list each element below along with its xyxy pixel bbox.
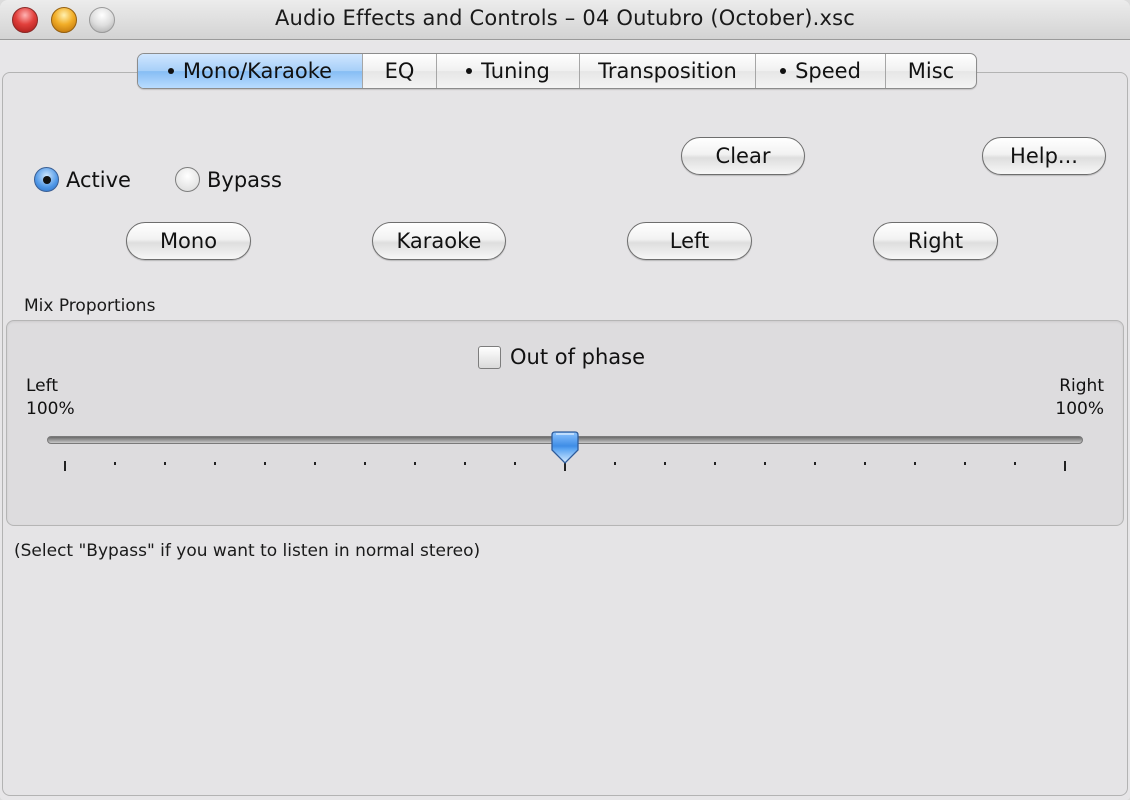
- radio-active-label: Active: [66, 167, 131, 192]
- out-of-phase-label: Out of phase: [510, 345, 646, 369]
- slider-minor-tick: [914, 462, 916, 465]
- bypass-hint-text: (Select "Bypass" if you want to listen i…: [14, 541, 481, 561]
- tab-eq[interactable]: EQ: [363, 54, 437, 88]
- radio-bypass[interactable]: Bypass: [175, 167, 282, 192]
- mono-button[interactable]: Mono: [126, 222, 251, 260]
- radio-active-button[interactable]: [34, 167, 59, 192]
- slider-major-tick: [64, 461, 66, 471]
- mix-proportions-label: Mix Proportions: [24, 296, 156, 316]
- audio-effects-window: Audio Effects and Controls – 04 Outubro …: [0, 0, 1130, 800]
- left-end-value: 100%: [26, 399, 75, 419]
- radio-bypass-label: Bypass: [207, 167, 282, 192]
- slider-minor-tick: [164, 462, 166, 465]
- left-end-label: Left 100%: [26, 375, 75, 421]
- help-button[interactable]: Help...: [982, 137, 1106, 175]
- left-button[interactable]: Left: [627, 222, 752, 260]
- tab-mono-karaoke[interactable]: Mono/Karaoke: [138, 54, 363, 88]
- mix-proportion-slider[interactable]: [47, 431, 1083, 471]
- right-button[interactable]: Right: [873, 222, 998, 260]
- slider-minor-tick: [964, 462, 966, 465]
- radio-active[interactable]: Active: [34, 167, 131, 192]
- right-end-title: Right: [1059, 376, 1104, 396]
- slider-minor-tick: [514, 462, 516, 465]
- tab-active-indicator-icon: [167, 68, 174, 74]
- tab-bar: Mono/Karaoke EQ Tuning Transposition Speed Mi…: [137, 53, 977, 89]
- tab-label: Misc: [907, 59, 955, 83]
- slider-minor-tick: [114, 462, 116, 465]
- tab-label: Transposition: [598, 59, 737, 83]
- window-content: Mono/Karaoke EQ Tuning Transposition Speed Mi…: [0, 41, 1130, 800]
- slider-thumb[interactable]: [551, 431, 579, 465]
- slider-minor-tick: [764, 462, 766, 465]
- right-end-value: 100%: [1055, 399, 1104, 419]
- out-of-phase-checkbox-row[interactable]: Out of phase: [478, 345, 645, 369]
- slider-minor-tick: [614, 462, 616, 465]
- slider-minor-tick: [864, 462, 866, 465]
- tab-active-indicator-icon: [466, 68, 473, 74]
- slider-minor-tick: [664, 462, 666, 465]
- slider-minor-tick: [414, 462, 416, 465]
- slider-minor-tick: [464, 462, 466, 465]
- karaoke-button[interactable]: Karaoke: [372, 222, 506, 260]
- tab-active-indicator-icon: [780, 68, 787, 74]
- window-title: Audio Effects and Controls – 04 Outubro …: [274, 6, 856, 30]
- title-bar[interactable]: Audio Effects and Controls – 04 Outubro …: [0, 0, 1130, 40]
- slider-minor-tick: [264, 462, 266, 465]
- slider-major-tick: [1064, 461, 1066, 471]
- tab-speed[interactable]: Speed: [756, 54, 886, 88]
- tab-tuning[interactable]: Tuning: [437, 54, 580, 88]
- slider-minor-tick: [714, 462, 716, 465]
- slider-minor-tick: [214, 462, 216, 465]
- slider-minor-tick: [314, 462, 316, 465]
- tab-label: Tuning: [481, 59, 550, 83]
- out-of-phase-checkbox[interactable]: [478, 345, 501, 369]
- right-end-label: Right 100%: [1055, 375, 1104, 421]
- tab-label: EQ: [384, 59, 415, 83]
- slider-minor-tick: [814, 462, 816, 465]
- clear-button[interactable]: Clear: [681, 137, 805, 175]
- tab-transposition[interactable]: Transposition: [580, 54, 756, 88]
- slider-minor-tick: [1014, 462, 1016, 465]
- tab-label: Mono/Karaoke: [182, 59, 333, 83]
- tab-misc[interactable]: Misc: [886, 54, 976, 88]
- tab-label: Speed: [795, 59, 861, 83]
- left-end-title: Left: [26, 376, 58, 396]
- radio-bypass-button[interactable]: [175, 167, 200, 192]
- slider-minor-tick: [364, 462, 366, 465]
